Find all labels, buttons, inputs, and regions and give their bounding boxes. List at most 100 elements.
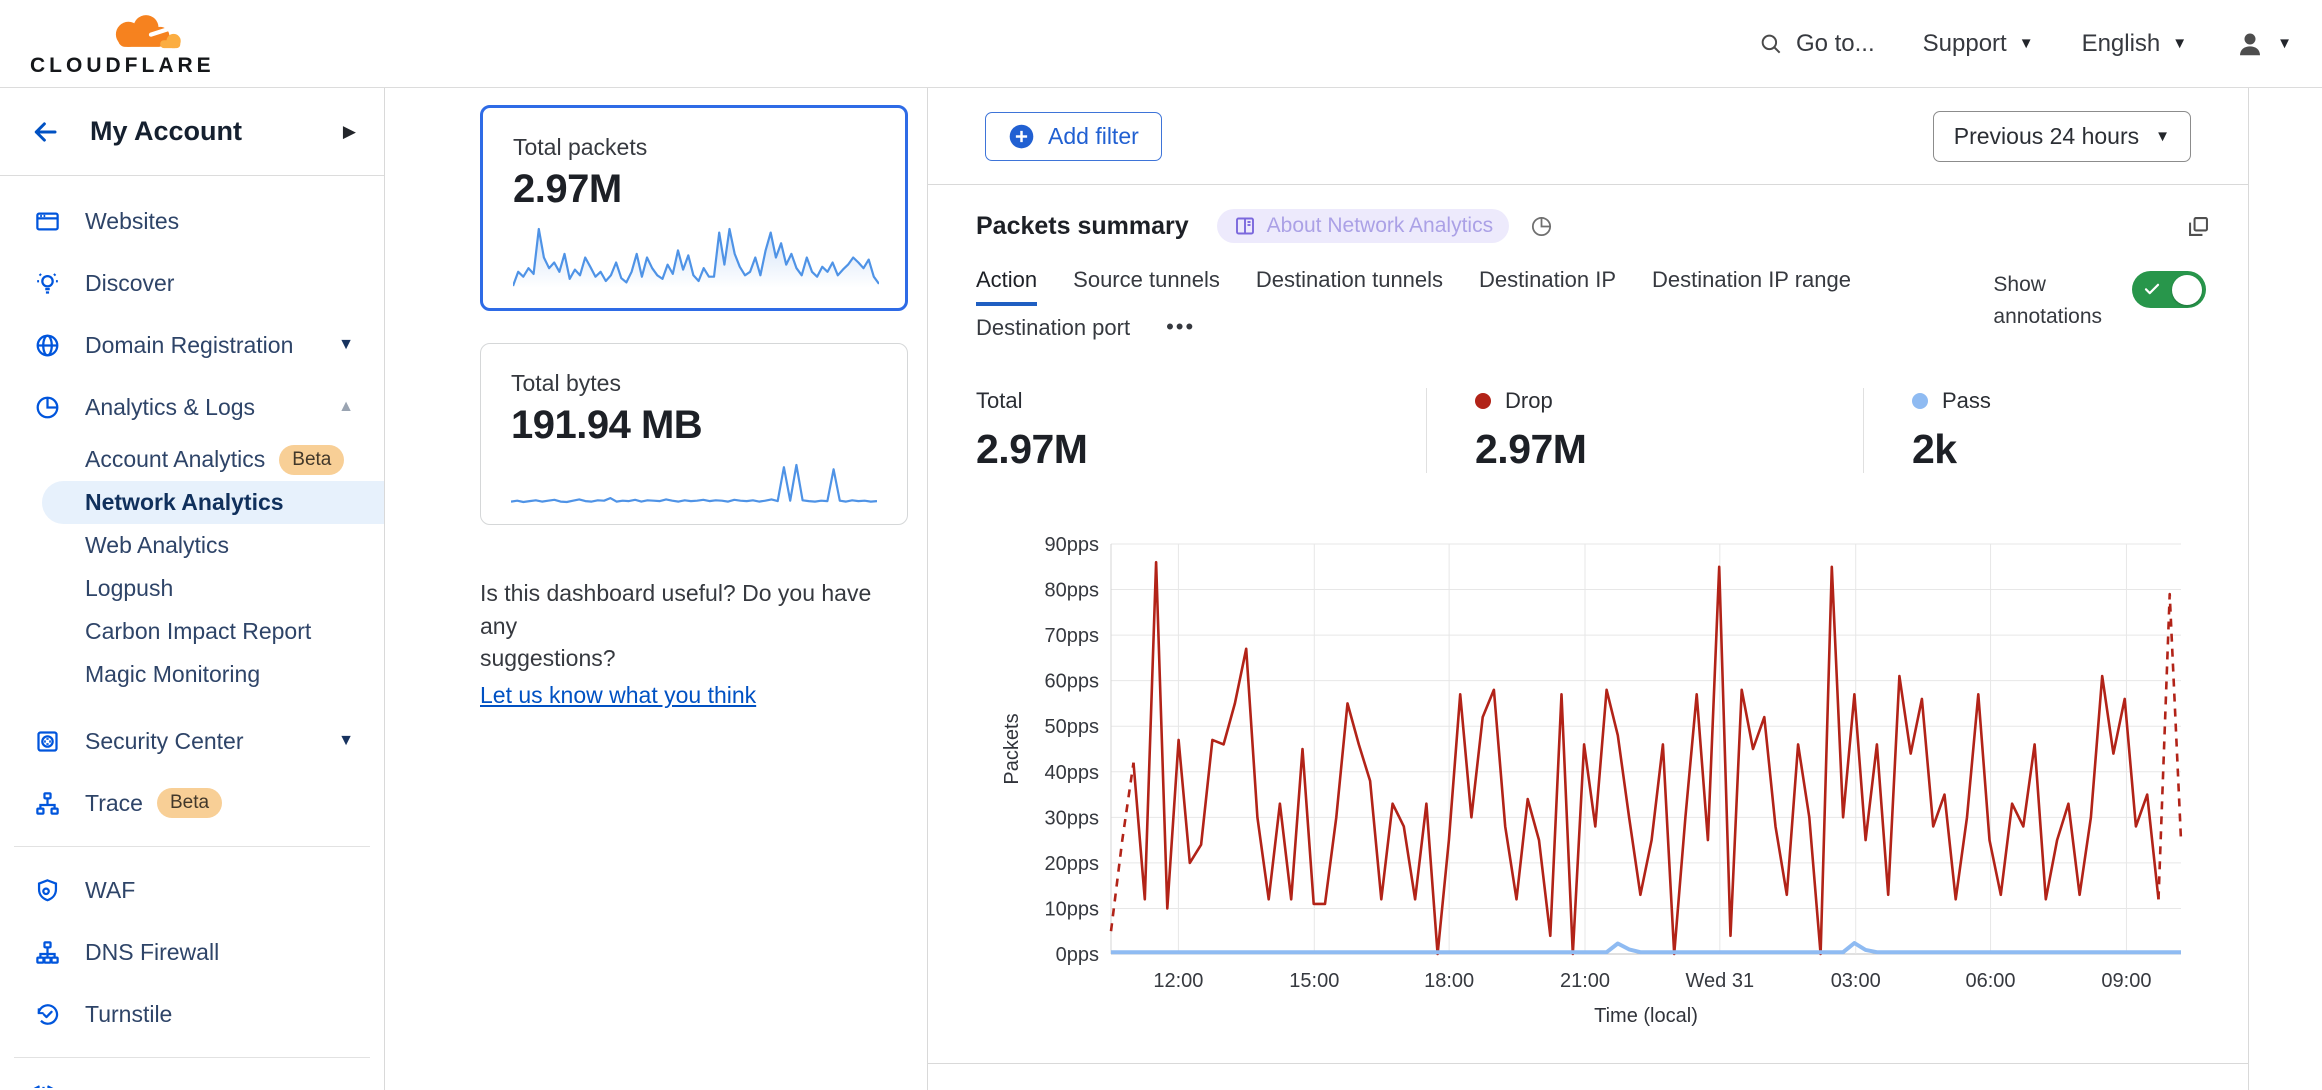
- chevron-up-icon: ▲: [338, 398, 354, 416]
- svg-text:15:00: 15:00: [1289, 970, 1339, 992]
- sidebar-divider: [14, 1057, 370, 1058]
- language-label: English: [2082, 30, 2161, 58]
- language-menu[interactable]: English ▼: [2082, 30, 2188, 58]
- sidebar-item-magic-monitoring[interactable]: Magic Monitoring: [0, 653, 384, 696]
- tab-destination-ip[interactable]: Destination IP: [1479, 267, 1616, 306]
- svg-text:0pps: 0pps: [1056, 944, 1099, 966]
- lightbulb-icon: [30, 270, 64, 297]
- card-title: Total packets: [513, 134, 875, 161]
- pie-chart-icon: [30, 394, 64, 421]
- account-menu[interactable]: ▼: [2235, 29, 2292, 59]
- expand-panel-icon[interactable]: [2185, 213, 2212, 240]
- svg-text:20pps: 20pps: [1045, 853, 1100, 875]
- packets-time-series-chart[interactable]: 0pps10pps20pps30pps40pps50pps60pps70pps8…: [976, 499, 2226, 1044]
- feedback-text: Is this dashboard useful? Do you have an…: [480, 577, 910, 712]
- card-value: 2.97M: [513, 167, 875, 212]
- add-filter-button[interactable]: Add filter: [985, 112, 1162, 161]
- user-icon: [2235, 29, 2265, 59]
- svg-text:06:00: 06:00: [1966, 970, 2016, 992]
- main-panel: Add filter Previous 24 hours ▼ Packets s…: [927, 88, 2249, 1090]
- sidebar-item-account-analytics[interactable]: Account Analytics Beta: [0, 438, 384, 481]
- stat-pass: Pass 2k: [1863, 388, 2200, 473]
- check-icon: [2143, 280, 2161, 298]
- svg-text:Packets: Packets: [1001, 713, 1023, 784]
- globe-icon: [30, 332, 64, 359]
- analytics-pie-icon[interactable]: [1529, 214, 1554, 239]
- tab-destination-port[interactable]: Destination port: [976, 315, 1130, 354]
- svg-text:Wed 31: Wed 31: [1686, 970, 1755, 992]
- support-menu[interactable]: Support ▼: [1923, 30, 2034, 58]
- total-bytes-card[interactable]: Total bytes 191.94 MB: [480, 343, 908, 525]
- sidebar-item-websites[interactable]: Websites: [0, 190, 384, 252]
- total-packets-sparkline: [513, 226, 879, 288]
- svg-text:12:00: 12:00: [1153, 970, 1203, 992]
- stat-drop: Drop 2.97M: [1426, 388, 1863, 473]
- chevron-down-icon: ▼: [2155, 128, 2170, 145]
- card-title: Total bytes: [511, 370, 877, 397]
- shield-gear-icon: [30, 877, 64, 904]
- chevron-down-icon: ▼: [2019, 35, 2034, 52]
- cloudflare-cloud-icon: [100, 9, 192, 53]
- feedback-link[interactable]: Let us know what you think: [480, 679, 756, 712]
- chart-area: 0pps10pps20pps30pps40pps50pps60pps70pps8…: [976, 499, 2200, 1049]
- goto-search[interactable]: Go to...: [1758, 30, 1875, 58]
- card-value: 191.94 MB: [511, 403, 877, 448]
- sidebar-item-network-analytics[interactable]: Network Analytics: [42, 481, 384, 524]
- toggle-knob: [2172, 275, 2202, 305]
- account-title: My Account: [90, 116, 242, 147]
- goto-label: Go to...: [1796, 30, 1875, 58]
- sidebar-item-trace[interactable]: Trace Beta: [0, 772, 384, 834]
- pass-dot: [1912, 393, 1928, 409]
- tab-destination-ip-range[interactable]: Destination IP range: [1652, 267, 1851, 306]
- sidebar-item-security-center[interactable]: Security Center ▼: [0, 710, 384, 772]
- svg-text:30pps: 30pps: [1045, 807, 1100, 829]
- panel-title: Packets summary: [976, 212, 1189, 241]
- sidebar-item-domain-registration[interactable]: Domain Registration ▼: [0, 314, 384, 376]
- more-tabs-button[interactable]: •••: [1166, 314, 1195, 354]
- tab-destination-tunnels[interactable]: Destination tunnels: [1256, 267, 1443, 306]
- sidebar-item-waf[interactable]: WAF: [0, 859, 384, 921]
- show-annotations-label: Show annotations: [1993, 269, 2102, 332]
- svg-text:21:00: 21:00: [1560, 970, 1610, 992]
- show-annotations: Show annotations: [1993, 269, 2206, 332]
- rotate-check-icon: [30, 1001, 64, 1028]
- stats-row: Total 2.97M Drop 2.97M Pass 2k: [976, 388, 2200, 473]
- svg-text:18:00: 18:00: [1424, 970, 1474, 992]
- sidebar-item-carbon-impact-report[interactable]: Carbon Impact Report: [0, 610, 384, 653]
- panel-header: Packets summary About Network Analytics: [976, 209, 2200, 243]
- svg-text:Time (local): Time (local): [1594, 1005, 1698, 1027]
- total-packets-card[interactable]: Total packets 2.97M: [480, 105, 908, 311]
- search-icon: [1758, 31, 1784, 57]
- time-range-dropdown[interactable]: Previous 24 hours ▼: [1933, 111, 2191, 162]
- tab-action[interactable]: Action: [976, 267, 1037, 306]
- sidebar-item-discover[interactable]: Discover: [0, 252, 384, 314]
- beta-badge: Beta: [157, 788, 222, 818]
- vault-icon: [30, 728, 64, 755]
- svg-text:40pps: 40pps: [1045, 762, 1100, 784]
- sparkle-icon: [30, 1070, 57, 1088]
- svg-text:10pps: 10pps: [1045, 898, 1100, 920]
- svg-text:60pps: 60pps: [1045, 671, 1100, 693]
- plus-circle-icon: [1008, 123, 1035, 150]
- sidebar-item-web-analytics[interactable]: Web Analytics: [0, 524, 384, 567]
- sidebar-item-analytics-logs[interactable]: Analytics & Logs ▲: [0, 376, 384, 438]
- about-network-analytics-chip[interactable]: About Network Analytics: [1217, 209, 1509, 243]
- panel-bottom-divider: [928, 1063, 2248, 1064]
- sidebar-item-partial[interactable]: [0, 1070, 384, 1088]
- beta-badge: Beta: [279, 445, 344, 475]
- sidebar-item-logpush[interactable]: Logpush: [0, 567, 384, 610]
- svg-text:80pps: 80pps: [1045, 580, 1100, 602]
- chevron-down-icon: ▼: [2277, 35, 2292, 52]
- sidebar-item-turnstile[interactable]: Turnstile: [0, 983, 384, 1045]
- annotations-toggle[interactable]: [2132, 271, 2206, 308]
- svg-text:09:00: 09:00: [2101, 970, 2151, 992]
- sidebar-item-dns-firewall[interactable]: DNS Firewall: [0, 921, 384, 983]
- book-icon: [1233, 214, 1257, 238]
- tab-source-tunnels[interactable]: Source tunnels: [1073, 267, 1220, 306]
- back-arrow-icon[interactable]: [28, 117, 62, 147]
- stat-total: Total 2.97M: [976, 388, 1426, 473]
- chevron-right-icon[interactable]: ▶: [343, 122, 356, 142]
- filter-toolbar: Add filter Previous 24 hours ▼: [928, 88, 2248, 185]
- support-label: Support: [1923, 30, 2007, 58]
- chevron-down-icon: ▼: [338, 732, 354, 750]
